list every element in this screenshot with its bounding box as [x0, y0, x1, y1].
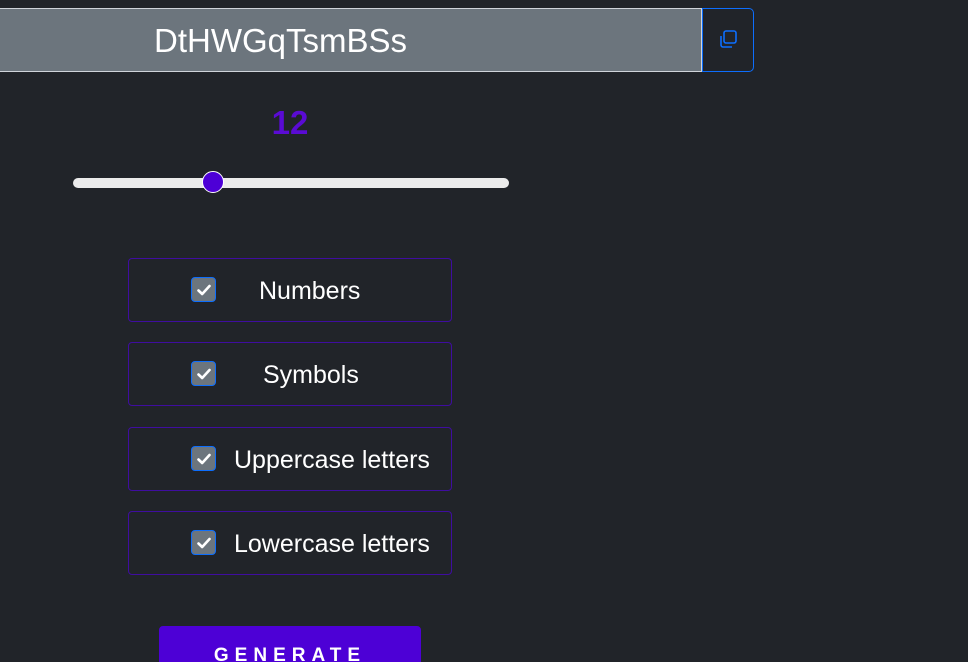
checkmark-icon: [196, 537, 211, 548]
checkmark-icon: [196, 368, 211, 379]
password-generator: DtHWGqTsmBSs 12 Numbers Symbols Uppercas…: [0, 0, 968, 662]
checkmark-icon: [196, 284, 211, 295]
option-symbols[interactable]: Symbols: [128, 342, 452, 406]
option-numbers[interactable]: Numbers: [128, 258, 452, 322]
slider-track[interactable]: [73, 178, 509, 188]
uppercase-checkbox[interactable]: [191, 446, 216, 471]
password-row: DtHWGqTsmBSs: [0, 8, 755, 74]
symbols-checkbox[interactable]: [191, 361, 216, 386]
checkmark-icon: [196, 453, 211, 464]
slider-thumb[interactable]: [201, 171, 224, 193]
option-uppercase[interactable]: Uppercase letters: [128, 427, 452, 491]
generate-button[interactable]: GENERATE: [159, 626, 421, 662]
password-field[interactable]: DtHWGqTsmBSs: [0, 8, 702, 72]
copy-icon: [720, 30, 737, 48]
option-lowercase[interactable]: Lowercase letters: [128, 511, 452, 575]
lowercase-label: Lowercase letters: [234, 530, 430, 558]
numbers-label: Numbers: [259, 277, 361, 305]
lowercase-checkbox[interactable]: [191, 530, 216, 555]
uppercase-label: Uppercase letters: [234, 446, 430, 474]
symbols-label: Symbols: [263, 361, 359, 389]
length-slider[interactable]: [73, 171, 509, 193]
copy-button[interactable]: [702, 8, 754, 72]
numbers-checkbox[interactable]: [191, 277, 216, 302]
length-value: 12: [271, 104, 309, 141]
